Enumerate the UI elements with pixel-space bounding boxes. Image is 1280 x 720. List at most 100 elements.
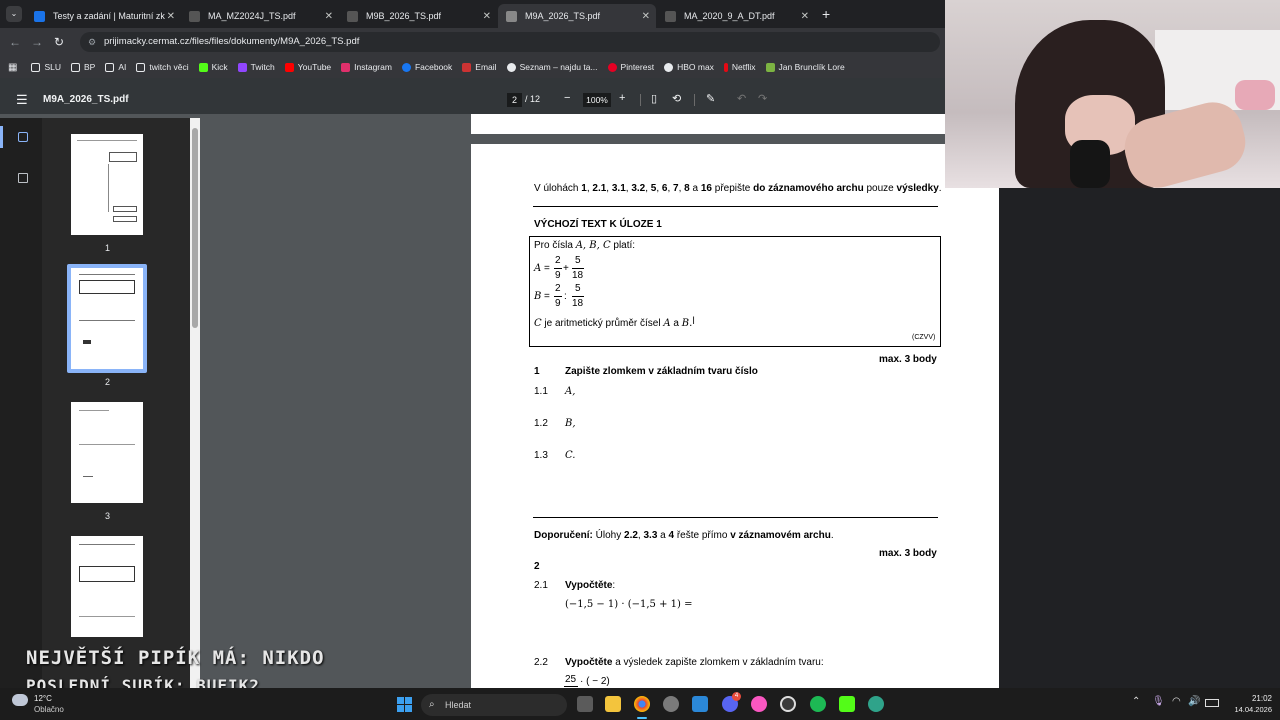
thumbnail-content bbox=[79, 280, 135, 294]
chrome-icon[interactable] bbox=[634, 696, 650, 712]
bookmark-label: YouTube bbox=[297, 62, 332, 72]
url-text: prijimacky.cermat.cz/files/files/dokumen… bbox=[104, 36, 360, 47]
site-info-icon[interactable]: ⚙ bbox=[88, 32, 96, 52]
outline-icon[interactable] bbox=[18, 173, 28, 183]
network-app-icon[interactable] bbox=[868, 696, 884, 712]
thumbnail-page-1[interactable] bbox=[71, 134, 143, 235]
bookmark-ai[interactable]: AI bbox=[105, 62, 126, 72]
clock-time[interactable]: 21:02 bbox=[1232, 694, 1272, 703]
thumbnail-number: 3 bbox=[105, 511, 111, 521]
close-icon[interactable]: ✕ bbox=[483, 11, 491, 22]
hbo-icon bbox=[664, 62, 674, 72]
rotate-icon[interactable]: ⟲ bbox=[672, 92, 681, 105]
wifi-icon[interactable]: ◠ bbox=[1172, 696, 1181, 707]
instruction-text: V úlohách 1, 2.1, 3.1, 3.2, 5, 6, 7, 8 a… bbox=[534, 183, 942, 194]
weather-icon[interactable] bbox=[12, 694, 28, 706]
var-b: B bbox=[534, 291, 542, 302]
thumbnail-page-2[interactable] bbox=[71, 268, 143, 369]
thumbnails-icon[interactable] bbox=[18, 132, 28, 142]
tab-m9b-2026[interactable]: M9B_2026_TS.pdf ✕ bbox=[339, 4, 497, 28]
close-icon[interactable]: ✕ bbox=[325, 11, 333, 22]
thumbnail-page-4[interactable] bbox=[71, 536, 143, 637]
bookmark-facebook[interactable]: Facebook bbox=[401, 62, 452, 72]
close-icon[interactable]: ✕ bbox=[801, 11, 809, 22]
bookmark-twitch[interactable]: Twitch bbox=[237, 62, 275, 72]
start-pane bbox=[397, 705, 404, 712]
fraction-bar bbox=[564, 686, 578, 687]
var-a: A bbox=[534, 263, 542, 274]
bookmark-bp[interactable]: BP bbox=[71, 62, 95, 72]
subquestion-number: 1.2 bbox=[534, 418, 548, 429]
bookmark-seznam[interactable]: Seznam – najdu ta... bbox=[506, 62, 598, 72]
settings-icon[interactable] bbox=[663, 696, 679, 712]
subquestion-label: Vypočtěte a výsledek zapište zlomkem v z… bbox=[565, 657, 824, 668]
battery-icon[interactable] bbox=[1205, 699, 1219, 707]
pdf-icon bbox=[189, 10, 200, 22]
bookmark-hbo[interactable]: HBO max bbox=[664, 62, 714, 72]
kick-app-icon[interactable] bbox=[839, 696, 855, 712]
thumbnail-content bbox=[79, 566, 135, 582]
thumbnail-page-3[interactable] bbox=[71, 402, 143, 503]
tab-title: M9B_2026_TS.pdf bbox=[366, 11, 442, 21]
close-icon[interactable]: ✕ bbox=[167, 11, 175, 22]
zoom-in-icon[interactable]: + bbox=[619, 92, 625, 104]
bookmark-jan-brunclik[interactable]: Jan Brunclík Lore bbox=[765, 62, 845, 72]
spotify-icon[interactable] bbox=[810, 696, 826, 712]
frac-den: 18 bbox=[572, 298, 584, 309]
bookmark-twitch-veci[interactable]: twitch věci bbox=[136, 62, 189, 72]
file-explorer-icon[interactable] bbox=[605, 696, 621, 712]
bookmark-netflix[interactable]: Netflix bbox=[723, 62, 756, 72]
reload-icon[interactable]: ↻ bbox=[48, 35, 70, 49]
bookmark-slu[interactable]: SLU bbox=[31, 62, 61, 72]
undo-icon[interactable]: ↶ bbox=[737, 92, 746, 105]
volume-icon[interactable]: 🔊 bbox=[1188, 696, 1200, 707]
tab-ma-2020[interactable]: MA_2020_9_A_DT.pdf ✕ bbox=[657, 4, 815, 28]
tab-testy[interactable]: Testy a zadání | Maturitní zkouš ✕ bbox=[26, 4, 181, 28]
sidebar-scroll-thumb[interactable] bbox=[192, 128, 198, 328]
microphone-icon[interactable]: 🎙 bbox=[1152, 696, 1165, 707]
windows-start-icon[interactable] bbox=[397, 697, 412, 712]
new-tab-icon[interactable]: + bbox=[822, 6, 830, 22]
bookmark-instagram[interactable]: Instagram bbox=[341, 62, 392, 72]
tab-ma-mz2024j[interactable]: MA_MZ2024J_TS.pdf ✕ bbox=[181, 4, 339, 28]
back-icon[interactable]: ← bbox=[4, 35, 26, 49]
toolbar-divider bbox=[694, 94, 695, 106]
start-pane bbox=[405, 697, 412, 704]
twitch-icon bbox=[237, 62, 247, 72]
tab-m9a-2026[interactable]: M9A_2026_TS.pdf ✕ bbox=[498, 4, 656, 28]
thumbnail-content bbox=[113, 216, 137, 222]
annotate-icon[interactable]: ✎ bbox=[706, 92, 715, 105]
redo-icon[interactable]: ↷ bbox=[758, 92, 767, 105]
clock-date[interactable]: 14.04.2026 bbox=[1222, 705, 1272, 714]
bookmark-email[interactable]: Email bbox=[462, 62, 497, 72]
close-icon[interactable]: ✕ bbox=[642, 11, 650, 22]
page-number-input[interactable]: 2 bbox=[507, 93, 522, 107]
fit-page-icon[interactable]: ▯ bbox=[651, 92, 657, 105]
tab-list-chevron-icon[interactable]: ⌄ bbox=[6, 6, 22, 22]
bookmark-youtube[interactable]: YouTube bbox=[284, 62, 332, 72]
sidebar-scrollbar[interactable] bbox=[190, 118, 200, 688]
itunes-icon[interactable] bbox=[751, 696, 767, 712]
recommendation-text: Doporučení: Úlohy 2.2, 3.3 a 4 řešte pří… bbox=[534, 530, 834, 541]
tab-title: Testy a zadání | Maturitní zkouš bbox=[53, 11, 165, 21]
bookmark-kick[interactable]: Kick bbox=[198, 62, 228, 72]
zoom-input[interactable]: 100% bbox=[583, 93, 611, 107]
subquestion-number: 1.3 bbox=[534, 450, 548, 461]
thumbnail-number: 2 bbox=[105, 377, 111, 387]
photos-icon[interactable] bbox=[692, 696, 708, 712]
forward-icon[interactable]: → bbox=[26, 35, 48, 49]
facebook-icon bbox=[401, 62, 411, 72]
zoom-out-icon[interactable]: − bbox=[564, 92, 570, 104]
obs-icon[interactable] bbox=[780, 696, 796, 712]
max-points: max. 3 body bbox=[879, 548, 937, 559]
taskbar-search[interactable]: ⌕ Hledat bbox=[421, 694, 567, 716]
bookmark-pinterest[interactable]: Pinterest bbox=[607, 62, 654, 72]
task-view-icon[interactable] bbox=[577, 696, 593, 712]
subquestion-number: 2.1 bbox=[534, 580, 548, 591]
chevron-up-icon[interactable]: ⌃ bbox=[1132, 696, 1140, 707]
menu-icon[interactable]: ☰ bbox=[16, 92, 28, 108]
bookmark-label: Instagram bbox=[354, 62, 392, 72]
apps-grid-icon[interactable]: ▦ bbox=[8, 62, 17, 73]
url-field[interactable]: ⚙ prijimacky.cermat.cz/files/files/dokum… bbox=[80, 32, 940, 52]
frac-den: 9 bbox=[555, 298, 561, 309]
